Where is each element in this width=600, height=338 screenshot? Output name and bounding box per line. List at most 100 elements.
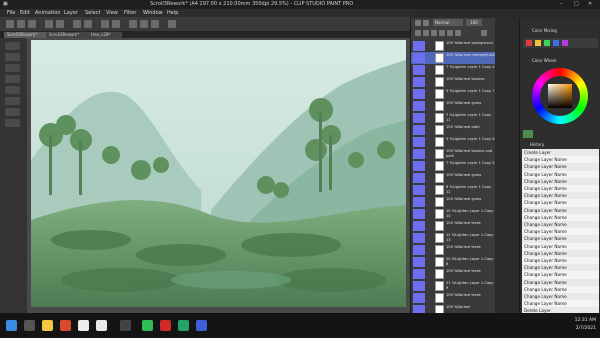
tool-button[interactable] — [5, 42, 20, 50]
layer-color-tag — [413, 293, 425, 303]
history-item[interactable]: Change Layer Name — [522, 242, 599, 250]
history-item[interactable]: Change Layer Name — [522, 163, 599, 171]
color-swatch[interactable] — [544, 40, 550, 46]
ruler-icon[interactable] — [140, 20, 148, 28]
layer-thumbnail — [435, 89, 444, 99]
color-wheel-label[interactable]: Color Wheel — [532, 58, 556, 64]
undo-icon[interactable] — [45, 20, 53, 28]
history-item[interactable]: Change Layer Name — [522, 156, 599, 164]
search-icon[interactable] — [24, 320, 35, 331]
history-item[interactable]: Change Layer Name — [522, 249, 599, 257]
new-layer-icon[interactable] — [415, 30, 421, 36]
history-item[interactable]: Change Layer Name — [522, 293, 599, 301]
history-item[interactable]: Change Layer Name — [522, 170, 599, 178]
minimize-button[interactable]: – — [560, 0, 563, 9]
color-swatch[interactable] — [535, 40, 541, 46]
grid-icon[interactable] — [151, 20, 159, 28]
main-color-swatch[interactable] — [523, 130, 533, 138]
menu-window[interactable]: Window — [143, 9, 163, 17]
tool-button[interactable] — [5, 64, 20, 72]
color-wheel[interactable] — [532, 68, 588, 124]
history-item[interactable]: Change Layer Name — [522, 264, 599, 272]
menu-layer[interactable]: Layer — [64, 9, 78, 17]
color-mixing-label[interactable]: Color Mixing — [532, 28, 557, 34]
menu-bar: File Edit Animation Layer Select View Fi… — [0, 9, 410, 17]
maximize-button[interactable]: □ — [574, 0, 579, 9]
history-item[interactable]: Change Layer Name — [522, 235, 599, 243]
history-item[interactable]: Change Layer Name — [522, 199, 599, 207]
history-item[interactable]: Change Layer Name — [522, 300, 599, 308]
taskbar-time[interactable]: 12:31 AM — [575, 318, 596, 323]
blend-mode-select[interactable]: Normal — [433, 19, 463, 26]
layer-name: 100 %Normal trees — [446, 221, 481, 225]
snap-icon[interactable] — [129, 20, 137, 28]
history-item[interactable]: Change Layer Name — [522, 221, 599, 229]
color-swatch[interactable] — [562, 40, 568, 46]
clip-icon[interactable] — [431, 30, 437, 36]
history-item[interactable]: Change Layer Name — [522, 285, 599, 293]
app-icon[interactable] — [60, 320, 71, 331]
saturation-box[interactable] — [548, 84, 572, 108]
mask-icon[interactable] — [447, 30, 453, 36]
app-icon[interactable] — [160, 320, 171, 331]
save-icon[interactable] — [28, 20, 36, 28]
tool-button[interactable] — [5, 53, 20, 61]
history-item[interactable]: Change Layer Name — [522, 228, 599, 236]
history-item[interactable]: Change Layer Name — [522, 177, 599, 185]
menu-view[interactable]: View — [106, 9, 118, 17]
app-icon[interactable] — [78, 320, 89, 331]
history-item[interactable]: Create Layer — [522, 149, 599, 157]
history-item[interactable]: Change Layer Name — [522, 206, 599, 214]
settings-icon[interactable] — [168, 20, 176, 28]
chat-icon[interactable] — [142, 320, 153, 331]
menu-help[interactable]: Help — [167, 9, 178, 17]
history-item[interactable]: Change Layer Name — [522, 257, 599, 265]
taskbar-date[interactable]: 2/7/2021 — [576, 326, 596, 331]
layer-thumbnail — [435, 149, 444, 159]
history-item[interactable]: Change Layer Name — [522, 213, 599, 221]
erase-icon[interactable] — [73, 20, 81, 28]
tool-button[interactable] — [5, 97, 20, 105]
fill-icon[interactable] — [84, 20, 92, 28]
layer-name: 7 %Lighten Layer 1 Copy 4 — [446, 65, 495, 69]
layer-row[interactable]: 100 %Darken — [411, 304, 496, 313]
browser-icon[interactable] — [96, 320, 107, 331]
menu-filter[interactable]: Filter — [124, 9, 136, 17]
history-item[interactable]: Change Layer Name — [522, 192, 599, 200]
layer-property-icon[interactable] — [415, 20, 421, 26]
opacity-field[interactable]: 100 — [466, 19, 482, 26]
app-icon[interactable] — [178, 320, 189, 331]
tool-button[interactable] — [5, 119, 20, 127]
layer-name: 100 %Normal path — [446, 125, 480, 129]
tool-button[interactable] — [5, 75, 20, 83]
new-folder-icon[interactable] — [423, 30, 429, 36]
menu-animation[interactable]: Animation — [35, 9, 61, 17]
file-explorer-icon[interactable] — [42, 320, 53, 331]
tool-button[interactable] — [5, 86, 20, 94]
tool-palette — [0, 38, 27, 313]
history-item[interactable]: Change Layer Name — [522, 185, 599, 193]
transform-icon[interactable] — [101, 20, 109, 28]
color-swatch[interactable] — [526, 40, 532, 46]
history-item[interactable]: Change Layer Name — [522, 271, 599, 279]
deselect-icon[interactable] — [112, 20, 120, 28]
color-swatch[interactable] — [553, 40, 559, 46]
close-button[interactable]: ✕ — [588, 0, 592, 9]
app-icon[interactable] — [120, 320, 131, 331]
delete-layer-icon[interactable] — [481, 30, 487, 36]
start-icon[interactable] — [6, 320, 17, 331]
menu-file[interactable]: File — [7, 9, 15, 17]
history-item[interactable]: Change Layer Name — [522, 278, 599, 286]
menu-edit[interactable]: Edit — [20, 9, 30, 17]
painting-canvas[interactable] — [31, 40, 406, 307]
layer-thumbnail — [435, 185, 444, 195]
open-file-icon[interactable] — [17, 20, 25, 28]
redo-icon[interactable] — [56, 20, 64, 28]
layer-search-icon[interactable] — [423, 20, 429, 26]
menu-select[interactable]: Select — [85, 9, 100, 17]
clip-studio-icon[interactable] — [196, 320, 207, 331]
new-file-icon[interactable] — [6, 20, 14, 28]
lock-icon[interactable] — [439, 30, 445, 36]
reference-icon[interactable] — [455, 30, 461, 36]
tool-button[interactable] — [5, 108, 20, 116]
